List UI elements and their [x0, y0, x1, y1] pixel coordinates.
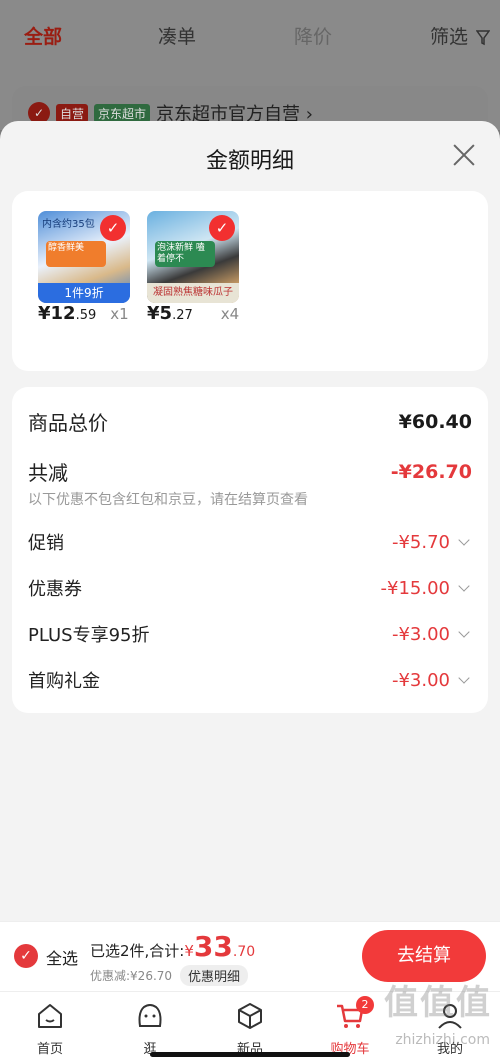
- selected-check-icon: ✓: [209, 215, 235, 241]
- jd-market-badge: 京东超市: [94, 103, 151, 123]
- total-reduce-value: -¥26.70: [390, 460, 472, 483]
- discount-label: 首购礼金: [28, 671, 100, 692]
- chevron-down-icon: [458, 534, 470, 546]
- tab-home[interactable]: 首页: [20, 1000, 80, 1057]
- discount-label: PLUS专享95折: [28, 625, 150, 646]
- tab-coudan: 凑单: [158, 26, 197, 48]
- total-price-label: 商品总价: [28, 411, 108, 435]
- discount-row-promotion[interactable]: 促销 -¥5.70: [28, 529, 472, 555]
- product-item[interactable]: 泡沫新鲜 嗑着停不 ✓ 凝固熟焦糖味瓜子: [147, 211, 239, 303]
- home-icon: [38, 1004, 62, 1028]
- product-price: ¥12.59: [38, 303, 97, 324]
- total-cents: .70: [232, 944, 256, 960]
- tab-explore[interactable]: 逛: [120, 1000, 180, 1057]
- close-icon[interactable]: [452, 143, 476, 167]
- watermark-url: zhizhizhi.com: [395, 1032, 490, 1048]
- total-price-value: ¥60.40: [398, 410, 472, 433]
- cart-count-badge: 2: [356, 996, 374, 1014]
- tab-new[interactable]: 新品: [220, 1000, 280, 1057]
- tab-price-drop: 降价: [294, 26, 333, 48]
- amount-detail-sheet: 金额明细 内含约35包 醇香鲜美 ✓ 1件9折 ¥12.59 x1 泡沫新鲜 嗑…: [0, 121, 500, 921]
- discount-total-text: 优惠减:¥26.70: [90, 969, 173, 983]
- select-all-checkbox[interactable]: ✓: [14, 944, 38, 968]
- discount-value: -¥3.00: [392, 624, 472, 645]
- product-image-label: 内含约35包: [42, 219, 95, 230]
- product-item[interactable]: 内含约35包 醇香鲜美 ✓ 1件9折: [38, 211, 130, 303]
- watermark-logo: 值值值: [384, 983, 492, 1023]
- tab-filter: 筛选: [430, 26, 469, 48]
- product-qty: x1: [110, 305, 129, 323]
- discount-row-coupon[interactable]: 优惠券 -¥15.00: [28, 575, 472, 601]
- chevron-down-icon: [458, 580, 470, 592]
- total-summary: 已选2件,合计: ¥ 33 .70: [90, 930, 255, 963]
- price-detail-card: 商品总价 ¥60.40 共减 -¥26.70 以下优惠不包含红包和京豆，请在结算…: [12, 387, 488, 713]
- discount-detail-button[interactable]: 优惠明细: [180, 965, 249, 986]
- chevron-down-icon: [458, 626, 470, 638]
- discount-value: -¥3.00: [392, 670, 472, 691]
- explore-icon: [138, 1004, 162, 1027]
- product-image-text: 泡沫新鲜 嗑着停不: [155, 241, 215, 267]
- currency-symbol: ¥: [184, 942, 194, 960]
- product-price-row: ¥12.59 x1: [38, 303, 129, 324]
- product-image-text: 醇香鲜美: [46, 241, 106, 267]
- discount-row-plus[interactable]: PLUS专享95折 -¥3.00: [28, 621, 472, 647]
- discount-label: 促销: [28, 533, 64, 554]
- discount-label: 优惠券: [28, 579, 82, 600]
- product-image: 内含约35包 醇香鲜美 ✓ 1件9折: [38, 211, 130, 303]
- discount-row-first-purchase[interactable]: 首购礼金 -¥3.00: [28, 667, 472, 693]
- discount-note: 以下优惠不包含红包和京豆，请在结算页查看: [28, 492, 308, 508]
- discount-summary: 优惠减:¥26.70 优惠明细: [90, 965, 249, 986]
- home-indicator: [150, 1052, 350, 1057]
- product-qty: x4: [220, 305, 240, 323]
- total-reduce-label: 共减: [28, 461, 68, 485]
- product-promo-tag: 凝固熟焦糖味瓜子: [147, 283, 239, 303]
- tab-label: 首页: [36, 1042, 63, 1057]
- total-reduce-row: 共减 -¥26.70: [28, 457, 472, 486]
- total-amount: 33: [193, 930, 233, 963]
- self-operated-badge: 自营: [56, 103, 89, 123]
- discount-value: -¥5.70: [392, 532, 472, 553]
- background-tabs: 全部 凑单 降价 筛选: [0, 18, 500, 54]
- selected-count-text: 已选2件,合计:: [90, 942, 185, 960]
- tab-cart[interactable]: 2 购物车: [320, 996, 380, 1057]
- product-image: 泡沫新鲜 嗑着停不 ✓ 凝固熟焦糖味瓜子: [147, 211, 239, 303]
- select-all-label[interactable]: 全选: [46, 945, 78, 969]
- total-price-row: 商品总价 ¥60.40: [28, 407, 472, 436]
- product-card: 内含约35包 醇香鲜美 ✓ 1件9折 ¥12.59 x1 泡沫新鲜 嗑着停不 ✓…: [12, 191, 488, 371]
- tab-all: 全部: [24, 26, 63, 48]
- product-price: ¥5.27: [147, 303, 193, 324]
- filter-icon: [476, 30, 490, 46]
- product-price-row: ¥5.27 x4: [147, 303, 239, 324]
- product-promo-tag: 1件9折: [38, 283, 130, 303]
- chevron-down-icon: [458, 672, 470, 684]
- sheet-title: 金额明细: [205, 149, 294, 174]
- discount-value: -¥15.00: [381, 578, 472, 599]
- new-product-icon: [238, 1003, 262, 1029]
- selected-check-icon: ✓: [100, 215, 126, 241]
